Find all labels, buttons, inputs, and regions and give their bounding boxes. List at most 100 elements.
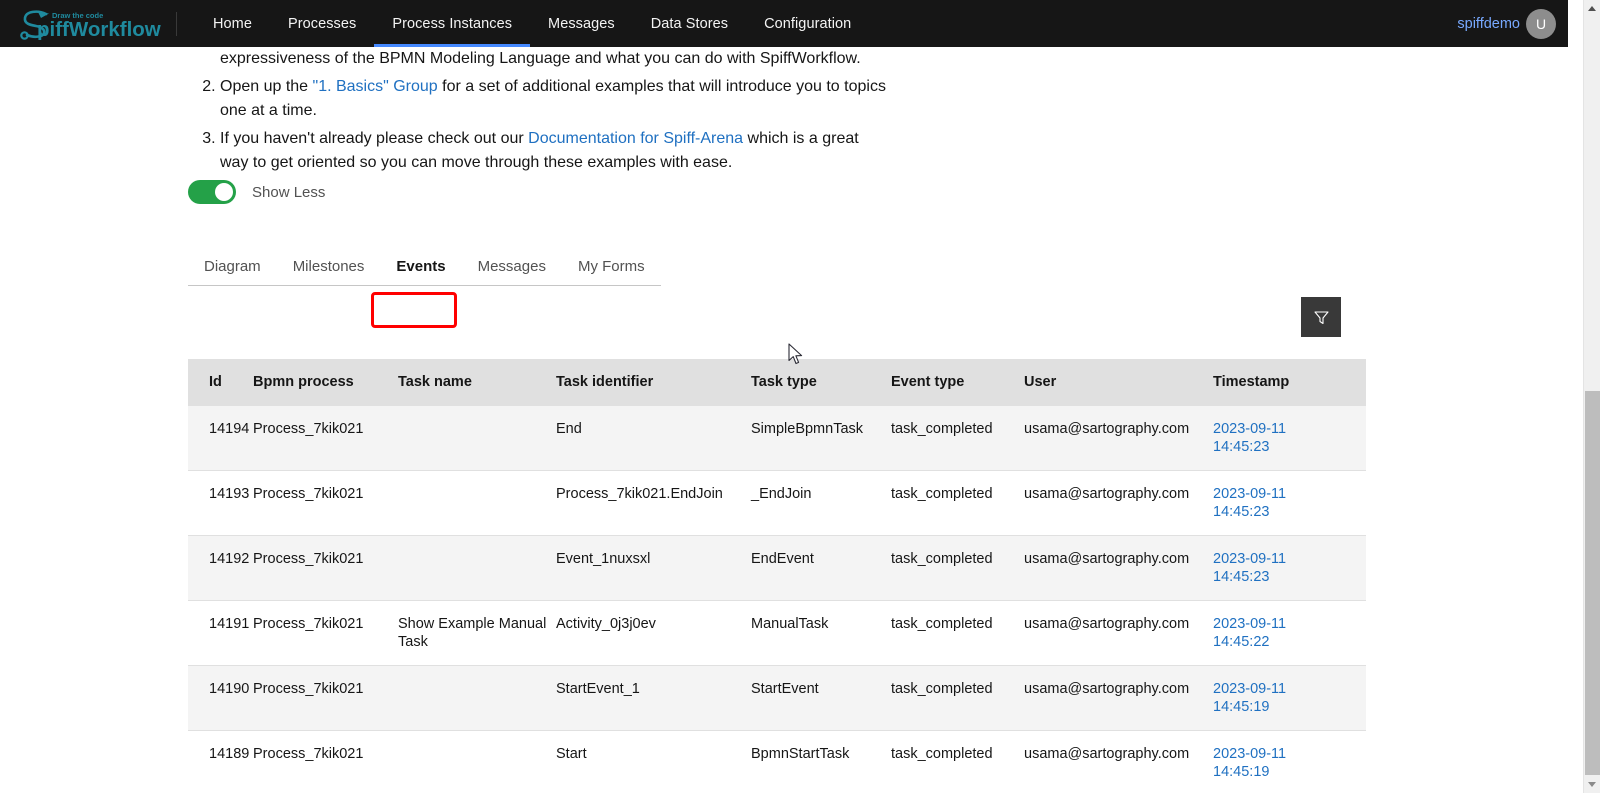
avatar-initial: U (1535, 15, 1547, 32)
cell-bpmn-process: Process_7kik021 (253, 665, 398, 731)
nav-label: Processes (287, 15, 357, 32)
cell-id: 14190 (188, 665, 253, 731)
timestamp-date-link[interactable]: 2023-09-11 (1213, 681, 1286, 697)
scroll-up-button[interactable] (1584, 0, 1600, 17)
cell-id: 14191 (188, 600, 253, 666)
cell-id: 14192 (188, 535, 253, 601)
nav-label: Data Stores (650, 15, 729, 32)
content-tabs: Diagram Milestones Events Messages My Fo… (188, 246, 661, 286)
cell-task-type: ManualTask (751, 600, 891, 666)
tab-label: My Forms (577, 257, 645, 275)
table-row[interactable]: 14192 Process_7kik021 Event_1nuxsxl EndE… (188, 535, 1366, 601)
timestamp-time-link[interactable]: 14:45:23 (1213, 569, 1269, 585)
tab-milestones[interactable]: Milestones (276, 247, 381, 286)
cell-task-identifier: Process_7kik021.EndJoin (556, 470, 751, 536)
filter-button[interactable] (1301, 297, 1341, 337)
toggle-knob (215, 183, 233, 201)
timestamp-date-link[interactable]: 2023-09-11 (1213, 746, 1286, 762)
timestamp-date-link[interactable]: 2023-09-11 (1213, 421, 1286, 437)
primary-nav: Home Processes Process Instances Message… (195, 0, 869, 47)
cell-task-name (398, 470, 556, 536)
nav-item-data-stores[interactable]: Data Stores (633, 0, 746, 47)
username-label[interactable]: spiffdemo (1457, 16, 1520, 32)
col-header-id[interactable]: Id (188, 359, 253, 406)
cell-task-type: SimpleBpmnTask (751, 405, 891, 471)
col-header-task-name[interactable]: Task name (398, 359, 556, 406)
cell-event-type: task_completed (891, 600, 1024, 666)
cell-task-type: EndEvent (751, 535, 891, 601)
nav-item-configuration[interactable]: Configuration (746, 0, 869, 47)
table-row[interactable]: 14190 Process_7kik021 StartEvent_1 Start… (188, 665, 1366, 731)
cell-task-type: _EndJoin (751, 470, 891, 536)
nav-item-processes[interactable]: Processes (270, 0, 374, 47)
intro-item2-pre: Open up the (220, 77, 313, 95)
page-content: expressiveness of the BPMN Modeling Lang… (0, 47, 1568, 793)
timestamp-time-link[interactable]: 14:45:19 (1213, 699, 1269, 715)
timestamp-time-link[interactable]: 14:45:23 (1213, 439, 1269, 455)
show-less-toggle-row: Show Less (188, 180, 325, 204)
cell-task-identifier: Start (556, 730, 751, 793)
col-header-task-type[interactable]: Task type (751, 359, 891, 406)
cell-task-identifier: Event_1nuxsxl (556, 535, 751, 601)
basics-group-link[interactable]: "1. Basics" Group (313, 78, 438, 95)
brand-logo[interactable]: Draw the code piffWorkflow (0, 0, 176, 47)
cell-event-type: task_completed (891, 535, 1024, 601)
col-header-timestamp[interactable]: Timestamp (1213, 359, 1366, 406)
col-header-task-identifier[interactable]: Task identifier (556, 359, 751, 406)
intro-continued-line: expressiveness of the BPMN Modeling Lang… (220, 50, 861, 67)
user-area: spiffdemo U (1457, 8, 1568, 39)
avatar[interactable]: U (1526, 8, 1556, 39)
tab-events[interactable]: Events (380, 247, 462, 286)
table-row[interactable]: 14191 Process_7kik021 Show Example Manua… (188, 600, 1366, 666)
timestamp-time-link[interactable]: 14:45:22 (1213, 634, 1269, 650)
col-header-user[interactable]: User (1024, 359, 1213, 406)
scroll-down-button[interactable] (1584, 776, 1600, 793)
col-header-event-type[interactable]: Event type (891, 359, 1024, 406)
table-row[interactable]: 14194 Process_7kik021 End SimpleBpmnTask… (188, 405, 1366, 471)
cell-bpmn-process: Process_7kik021 (253, 470, 398, 536)
nav-label: Home (213, 15, 252, 32)
cell-user: usama@sartography.com (1024, 405, 1213, 471)
svg-text:piffWorkflow: piffWorkflow (37, 18, 161, 41)
cell-event-type: task_completed (891, 730, 1024, 793)
intro-list-item-2: Open up the "1. Basics" Group for a set … (220, 75, 888, 124)
timestamp-time-link[interactable]: 14:45:19 (1213, 764, 1269, 780)
tab-label: Diagram (204, 257, 261, 275)
tab-my-forms[interactable]: My Forms (561, 247, 661, 286)
table-row[interactable]: 14189 Process_7kik021 Start BpmnStartTas… (188, 730, 1366, 793)
timestamp-date-link[interactable]: 2023-09-11 (1213, 486, 1286, 502)
cell-timestamp: 2023-09-11 14:45:23 (1213, 405, 1366, 471)
cell-task-identifier: StartEvent_1 (556, 665, 751, 731)
show-less-toggle[interactable] (188, 180, 236, 204)
intro-list-item-3: If you haven't already please check out … (220, 127, 888, 176)
events-tab-highlight-box (371, 292, 457, 328)
cell-task-type: BpmnStartTask (751, 730, 891, 793)
tab-label: Messages (477, 257, 546, 275)
filter-funnel-icon (1313, 310, 1329, 324)
nav-divider (176, 11, 177, 36)
cell-user: usama@sartography.com (1024, 665, 1213, 731)
table-body: 14194 Process_7kik021 End SimpleBpmnTask… (188, 405, 1366, 793)
spiff-arena-docs-link[interactable]: Documentation for Spiff-Arena (528, 130, 743, 147)
table-row[interactable]: 14193 Process_7kik021 Process_7kik021.En… (188, 470, 1366, 536)
timestamp-date-link[interactable]: 2023-09-11 (1213, 616, 1286, 632)
cell-user: usama@sartography.com (1024, 470, 1213, 536)
nav-item-process-instances[interactable]: Process Instances (374, 0, 530, 47)
cell-task-name (398, 665, 556, 731)
cell-user: usama@sartography.com (1024, 535, 1213, 601)
nav-item-messages[interactable]: Messages (530, 0, 633, 47)
intro-item3-pre: If you haven't already please check out … (220, 129, 529, 147)
timestamp-time-link[interactable]: 14:45:23 (1213, 504, 1269, 520)
nav-item-home[interactable]: Home (195, 0, 270, 47)
vertical-scrollbar[interactable] (1583, 0, 1600, 793)
table-head: Id Bpmn process Task name Task identifie… (188, 359, 1366, 406)
spiffworkflow-logo-icon: Draw the code piffWorkflow (20, 9, 161, 41)
scrollbar-thumb[interactable] (1585, 391, 1600, 775)
cell-id: 14189 (188, 730, 253, 793)
cell-id: 14194 (188, 405, 253, 471)
tab-messages[interactable]: Messages (461, 247, 562, 286)
tab-diagram[interactable]: Diagram (188, 247, 277, 286)
timestamp-date-link[interactable]: 2023-09-11 (1213, 551, 1286, 567)
intro-list: Open up the "1. Basics" Group for a set … (188, 75, 888, 176)
col-header-bpmn-process[interactable]: Bpmn process (253, 359, 398, 406)
